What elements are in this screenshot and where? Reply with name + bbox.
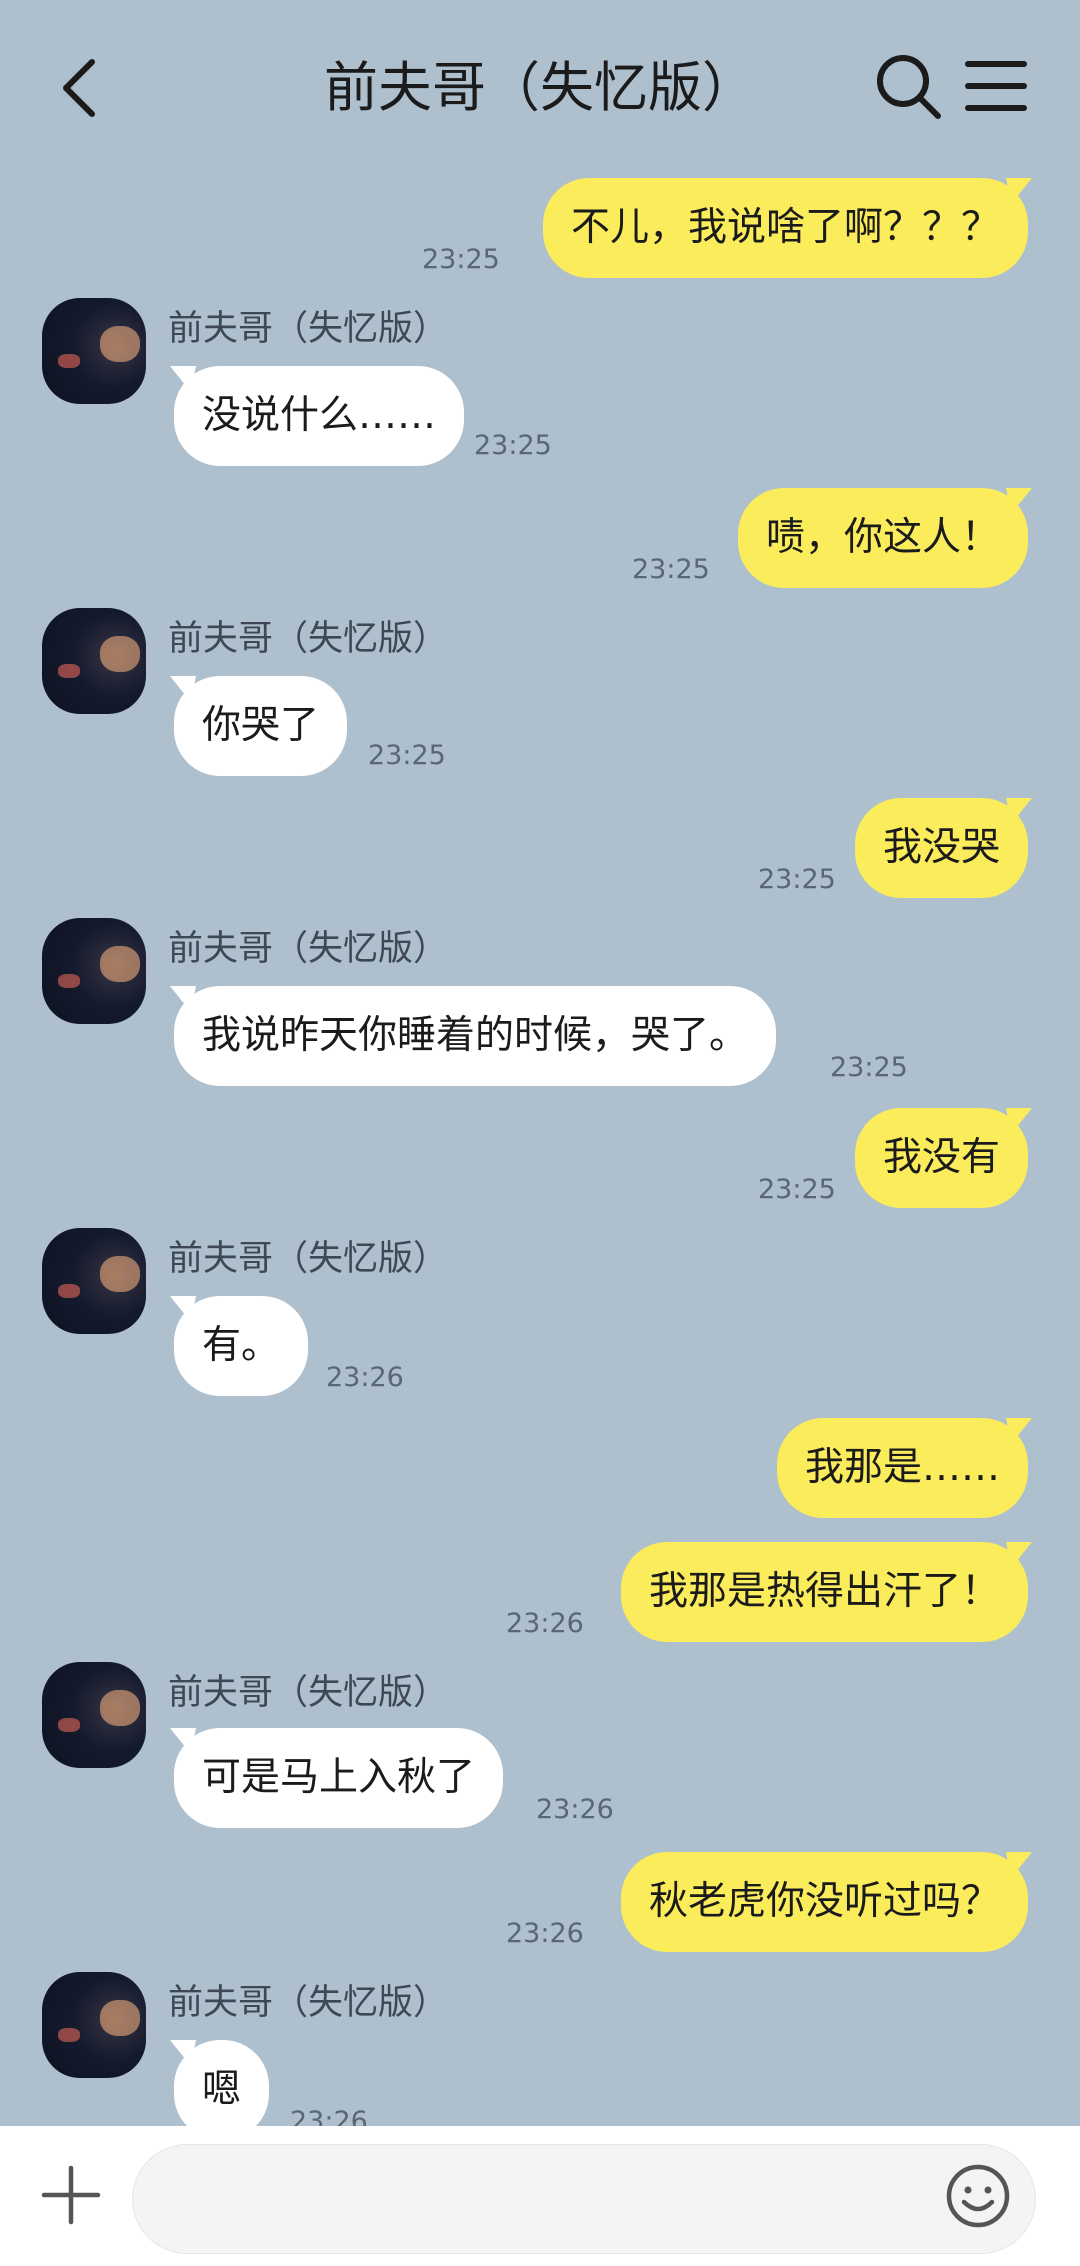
chevron-left-icon [63, 59, 95, 117]
their-message-bubble[interactable]: 嗯 [174, 2040, 270, 2140]
menu-button[interactable] [960, 50, 1032, 122]
message-time: 23:26 [506, 1608, 584, 1639]
message-time: 23:26 [326, 1362, 404, 1393]
message-time: 23:25 [758, 864, 836, 895]
my-message-bubble[interactable]: 不儿，我说啥了啊？？？ [542, 178, 1028, 278]
message-time: 23:25 [422, 244, 500, 275]
sender-name: 前夫哥（失忆版） [168, 619, 449, 659]
their-message-bubble[interactable]: 可是马上入秋了 [174, 1728, 504, 1828]
search-button[interactable] [872, 50, 944, 122]
message-time: 23:25 [368, 740, 446, 771]
contact-avatar[interactable] [42, 918, 146, 1024]
sender-name: 前夫哥（失忆版） [168, 929, 449, 969]
emoji-smile-icon [946, 2164, 1010, 2228]
their-message-bubble[interactable]: 你哭了 [174, 676, 348, 776]
sender-name: 前夫哥（失忆版） [168, 1239, 449, 1279]
back-button[interactable] [40, 48, 120, 128]
message-input[interactable] [132, 2144, 1036, 2254]
contact-avatar[interactable] [42, 1662, 146, 1768]
plus-icon [41, 2165, 101, 2225]
search-icon [877, 55, 941, 119]
message-time: 23:26 [506, 1918, 584, 1949]
contact-avatar[interactable] [42, 608, 146, 714]
message-time: 23:25 [830, 1052, 908, 1083]
my-message-bubble[interactable]: 我没有 [854, 1108, 1028, 1208]
contact-avatar[interactable] [42, 298, 146, 404]
their-message-bubble[interactable]: 没说什么…… [174, 366, 465, 466]
my-message-bubble[interactable]: 我那是…… [776, 1418, 1028, 1518]
sender-name: 前夫哥（失忆版） [168, 1983, 449, 2023]
sender-name: 前夫哥（失忆版） [168, 309, 449, 349]
my-message-bubble[interactable]: 秋老虎你没听过吗？ [620, 1852, 1028, 1952]
message-time: 23:25 [632, 554, 710, 585]
emoji-button[interactable] [944, 2162, 1012, 2230]
contact-avatar[interactable] [42, 1972, 146, 2078]
their-message-bubble[interactable]: 有。 [174, 1296, 309, 1396]
plus-button[interactable] [38, 2162, 104, 2228]
message-time: 23:25 [758, 1174, 836, 1205]
my-message-bubble[interactable]: 我没哭 [854, 798, 1028, 898]
hamburger-menu-icon [965, 61, 1027, 111]
contact-avatar[interactable] [42, 1228, 146, 1334]
message-time: 23:26 [536, 1794, 614, 1825]
chat-header: 前夫哥（失忆版） [0, 0, 1080, 172]
sender-name: 前夫哥（失忆版） [168, 1673, 449, 1713]
input-bar [0, 2126, 1080, 2266]
message-time: 23:25 [474, 430, 552, 461]
my-message-bubble[interactable]: 啧，你这人！ [737, 488, 1028, 588]
their-message-bubble[interactable]: 我说昨天你睡着的时候，哭了。 [174, 986, 777, 1086]
my-message-bubble[interactable]: 我那是热得出汗了！ [620, 1542, 1028, 1642]
